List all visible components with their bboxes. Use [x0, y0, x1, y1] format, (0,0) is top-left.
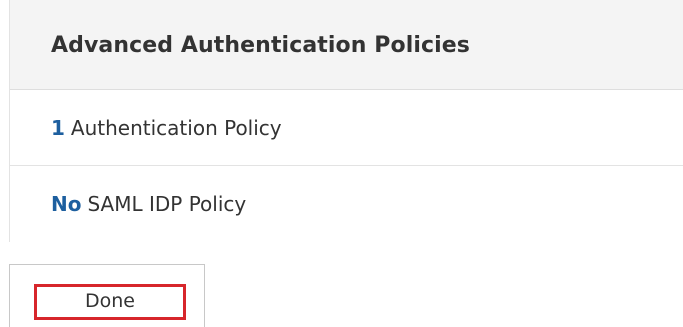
saml-idp-policy-count[interactable]: No	[51, 192, 81, 216]
authentication-policy-row[interactable]: 1 Authentication Policy	[10, 90, 683, 166]
panel-title: Advanced Authentication Policies	[51, 32, 470, 58]
done-button[interactable]: Done	[34, 284, 186, 320]
authentication-policy-row-content: 1 Authentication Policy	[51, 116, 282, 140]
saml-idp-policy-row-content: No SAML IDP Policy	[51, 192, 246, 216]
saml-idp-policy-row[interactable]: No SAML IDP Policy	[10, 166, 683, 242]
page: Advanced Authentication Policies 1 Authen…	[0, 0, 683, 327]
authentication-policy-count[interactable]: 1	[51, 116, 65, 140]
saml-idp-policy-label: SAML IDP Policy	[87, 192, 247, 216]
button-area: Done	[9, 264, 205, 327]
panel-header: Advanced Authentication Policies	[10, 0, 683, 90]
authentication-policy-label: Authentication Policy	[70, 115, 282, 140]
advanced-authentication-policies-panel: Advanced Authentication Policies 1 Authen…	[9, 0, 683, 242]
